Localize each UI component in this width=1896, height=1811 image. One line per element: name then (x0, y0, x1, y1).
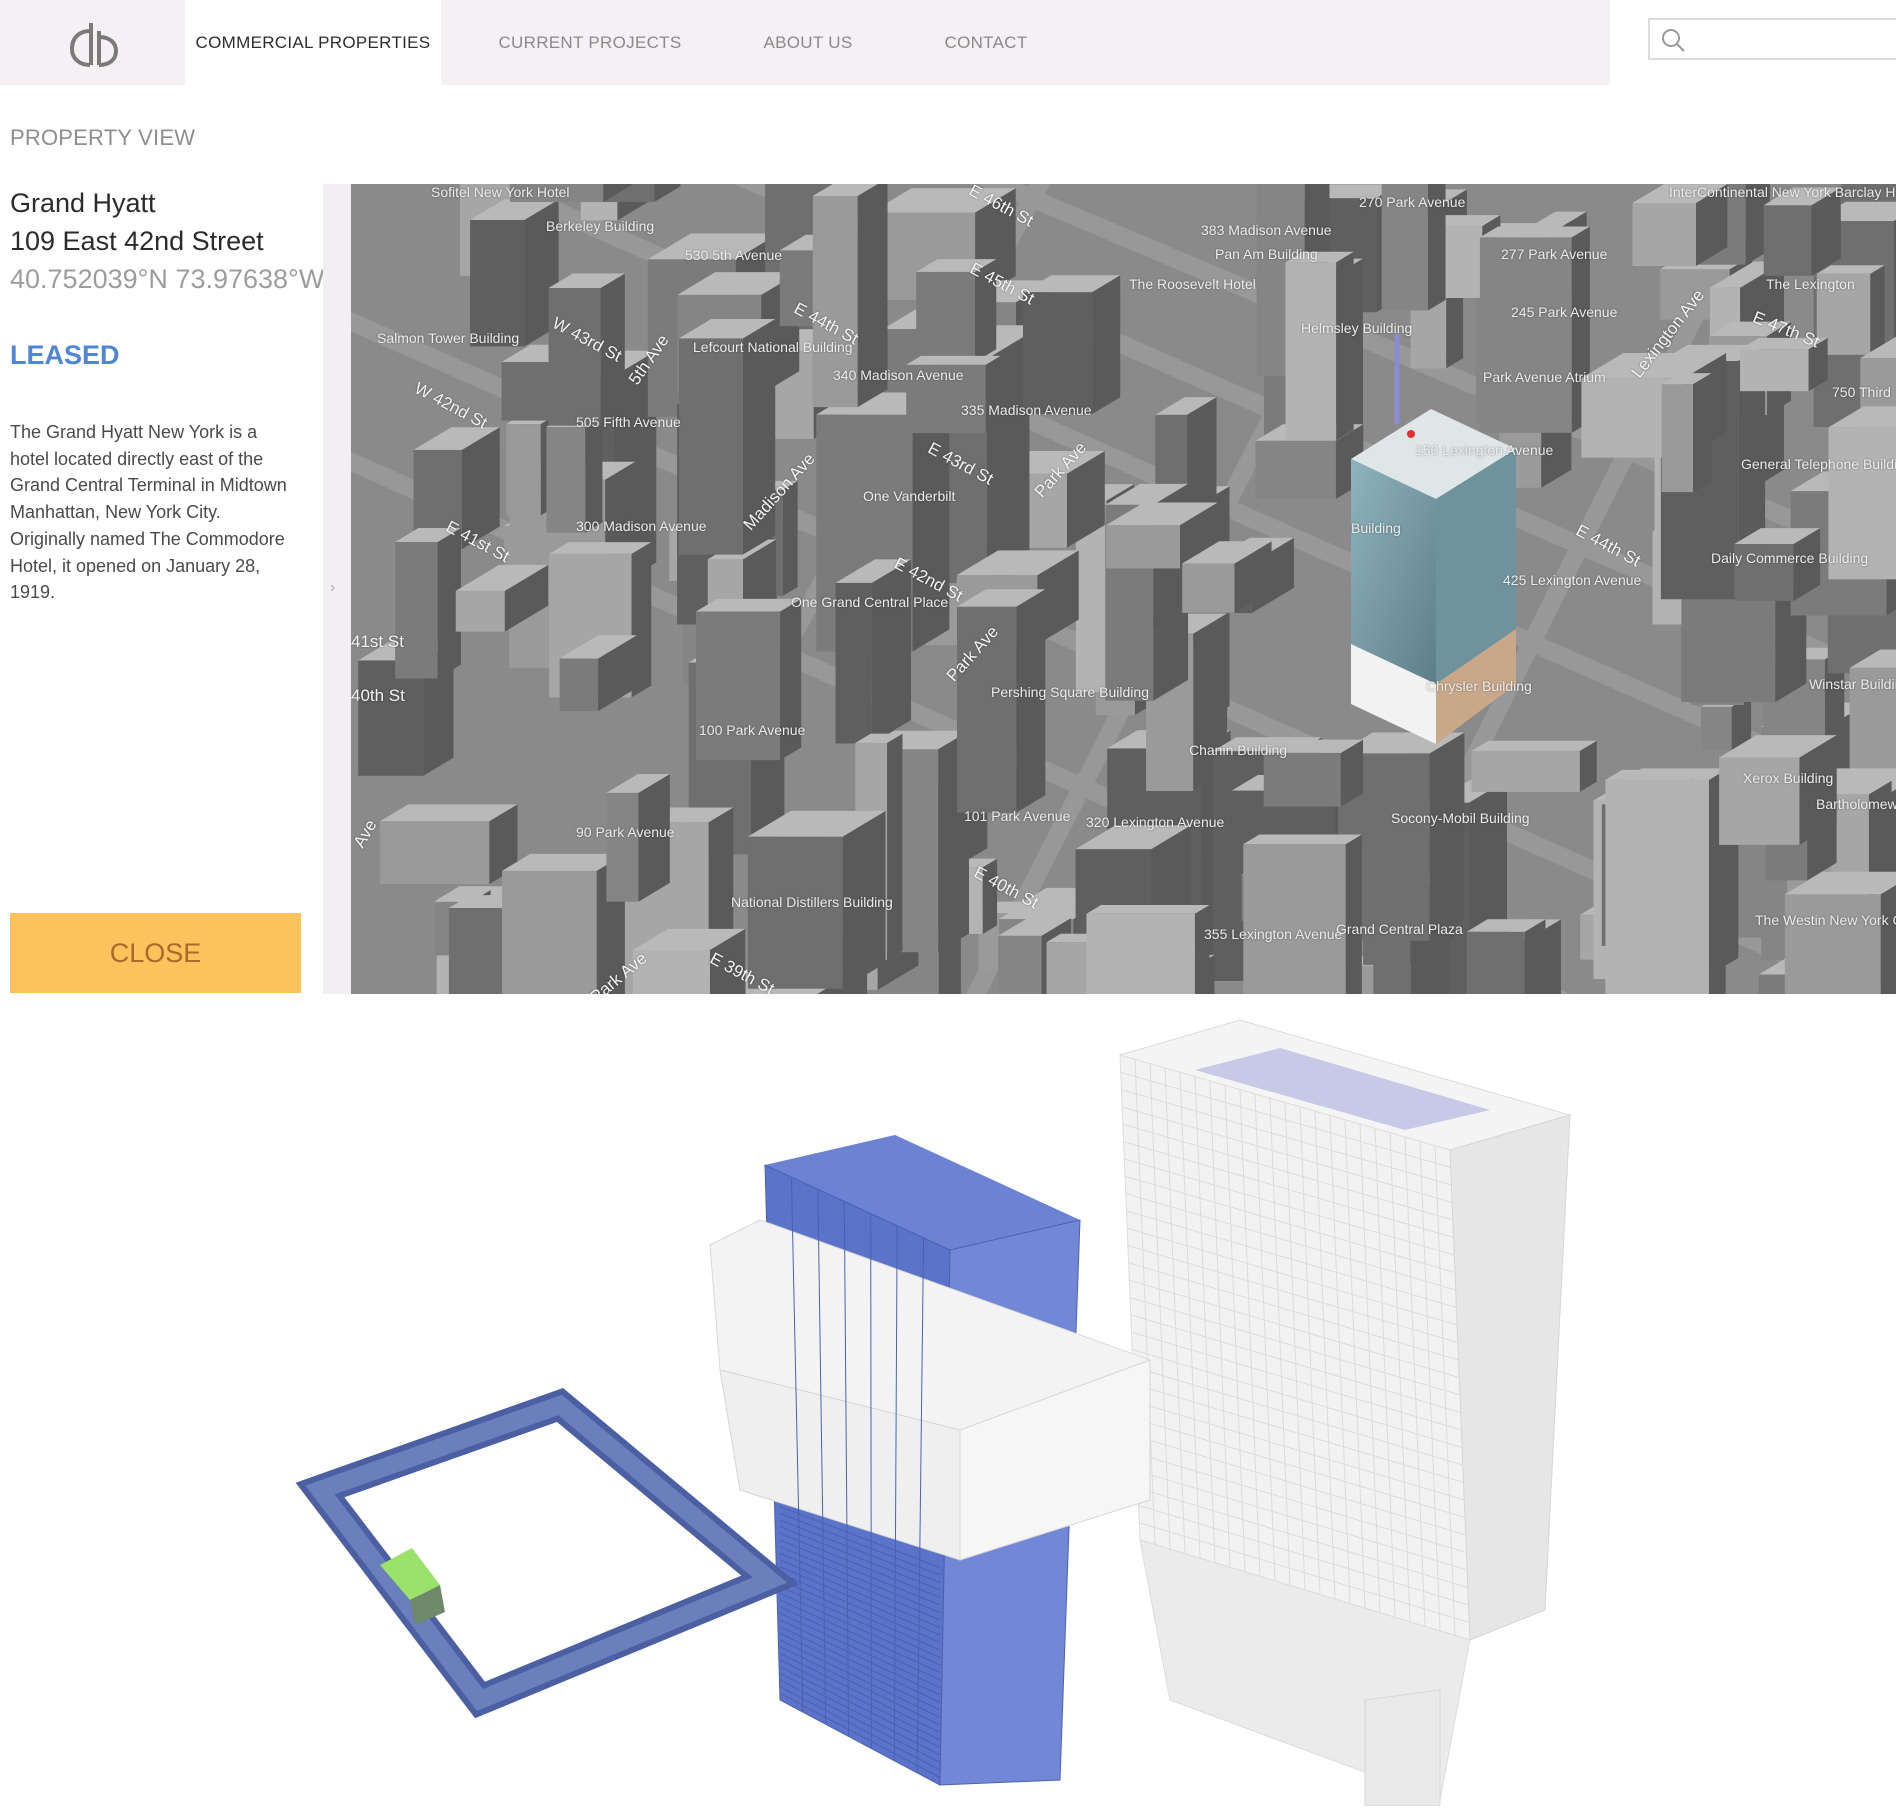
map-building-label: Building (1351, 520, 1401, 536)
map-building-label: 505 Fifth Avenue (576, 414, 681, 430)
property-description: The Grand Hyatt New York is a hotel loca… (10, 419, 300, 606)
map-building-label: Berkeley Building (546, 218, 654, 234)
map-building-label: Socony-Mobil Building (1391, 810, 1530, 826)
tab-contact[interactable]: CONTACT (935, 0, 1037, 85)
podium-footprint-model (320, 1405, 770, 1700)
map-building-label: One Vanderbilt (863, 488, 955, 504)
map-building-label: Pershing Square Building (991, 684, 1149, 700)
map-street-label: 41st St (351, 632, 404, 652)
map-building-label: Sofitel New York Hotel (431, 184, 570, 200)
map-building-label: Lefcourt National Building (693, 339, 853, 355)
map-building-label: 425 Lexington Avenue (1503, 572, 1641, 588)
brand-logo[interactable] (0, 0, 185, 85)
property-address: 109 East 42nd Street (10, 226, 264, 257)
tab-current-projects[interactable]: CURRENT PROJECTS (480, 0, 700, 85)
search-input[interactable] (1694, 26, 1894, 52)
map-building-label: Bartholomew Building (1816, 796, 1896, 812)
city-3d-map[interactable]: Sofitel New York Hotel Berkeley Building… (351, 184, 1896, 994)
top-navigation-bar: COMMERCIAL PROPERTIES CURRENT PROJECTS A… (0, 0, 1610, 85)
status-badge: LEASED (10, 340, 120, 371)
map-street-label: 40th St (351, 686, 405, 706)
map-building-label: Park Avenue Atrium (1483, 369, 1606, 385)
adjacent-tower-model (1120, 1020, 1570, 1806)
map-building-label: Grand Central Plaza (1336, 921, 1463, 937)
map-building-label: 277 Park Avenue (1501, 246, 1607, 262)
map-building-label: 530 5th Avenue (685, 247, 782, 263)
tab-commercial-properties[interactable]: COMMERCIAL PROPERTIES (185, 0, 441, 85)
map-building-label: General Telephone Building (1741, 456, 1896, 472)
map-building-label: 100 Park Avenue (699, 722, 805, 738)
map-building-label: Daily Commerce Building (1711, 550, 1868, 566)
map-building-label: The Westin New York Grand Central Hotel (1755, 912, 1896, 928)
map-buildings (351, 184, 1896, 994)
map-building-label: 383 Madison Avenue (1201, 222, 1332, 238)
map-building-label: 270 Park Avenue (1359, 194, 1465, 210)
map-building-label: 101 Park Avenue (964, 808, 1070, 824)
map-building-label: The Roosevelt Hotel (1129, 276, 1256, 292)
map-building-label: Winstar Building (1809, 676, 1896, 692)
map-building-label: InterContinental New York Barclay Hotel (1669, 184, 1896, 200)
property-name: Grand Hyatt (10, 188, 156, 219)
map-building-label: Chanin Building (1189, 742, 1287, 758)
map-building-label: 320 Lexington Avenue (1086, 814, 1224, 830)
property-coordinates: 40.752039°N 73.97638°W (10, 264, 324, 295)
map-building-label: 750 Third (1832, 384, 1891, 400)
map-building-label: Helmsley Building (1301, 320, 1412, 336)
chevron-right-icon: › (330, 579, 335, 597)
brand-logo-icon (66, 19, 120, 67)
map-building-label: One Grand Central Place (791, 594, 948, 610)
map-building-label: 90 Park Avenue (576, 824, 675, 840)
map-building-label: National Distillers Building (731, 894, 893, 910)
map-building-label: Xerox Building (1743, 770, 1833, 786)
map-building-label: 150 Lexington Avenue (1415, 442, 1553, 458)
map-building-label: 300 Madison Avenue (576, 518, 707, 534)
map-building-label: Salmon Tower Building (377, 330, 519, 346)
close-button[interactable]: CLOSE (10, 913, 301, 993)
map-building-label: 355 Lexington Avenue (1204, 926, 1342, 942)
map-building-label: 245 Park Avenue (1511, 304, 1617, 320)
map-building-label: Chrysler Building (1426, 678, 1532, 694)
map-building-label: 340 Madison Avenue (833, 367, 964, 383)
map-building-label: The Lexington (1766, 276, 1855, 292)
search-icon (1660, 27, 1686, 53)
grand-hyatt-tower-model (710, 1135, 1150, 1785)
map-building-label: 335 Madison Avenue (961, 402, 1092, 418)
map-building-label: Pan Am Building (1215, 246, 1318, 262)
page-title: PROPERTY VIEW (10, 125, 195, 151)
search-box[interactable] (1648, 18, 1896, 60)
tab-about-us[interactable]: ABOUT US (748, 0, 868, 85)
building-3d-model[interactable] (0, 1000, 1896, 1806)
panel-collapse-handle[interactable]: › (323, 184, 351, 994)
